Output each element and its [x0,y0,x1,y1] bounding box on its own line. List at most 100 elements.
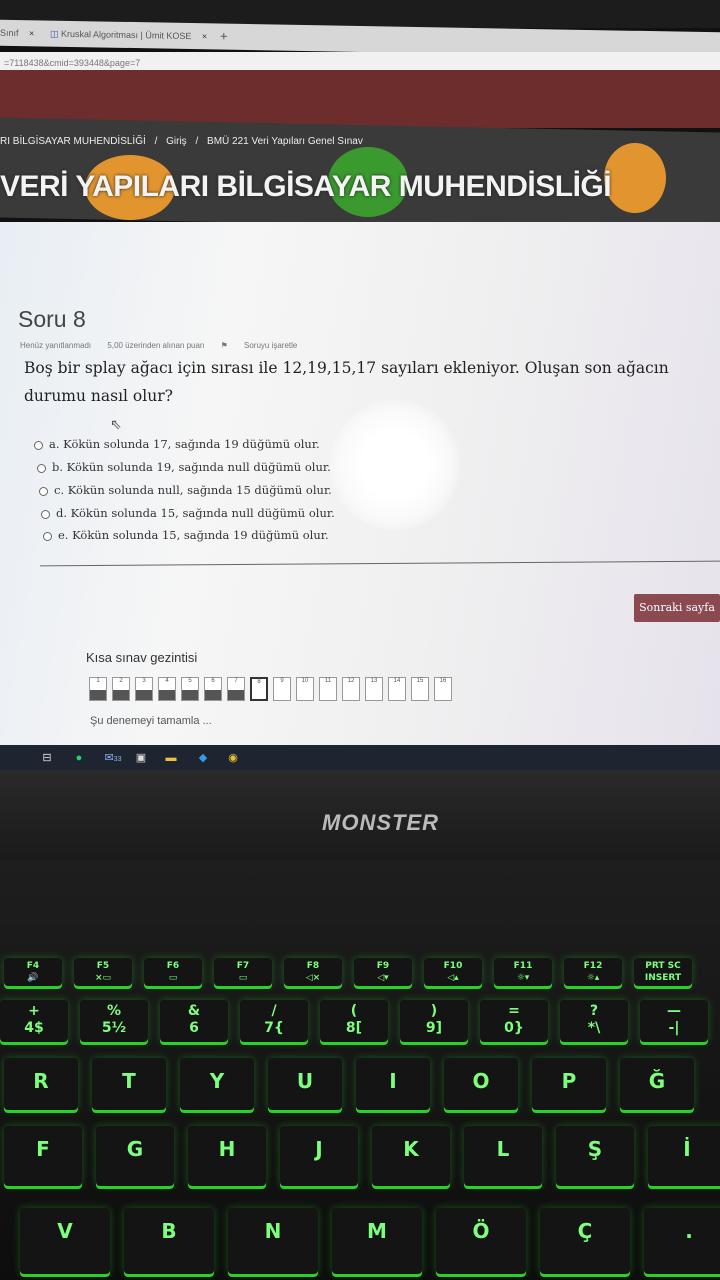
finish-attempt-link[interactable]: Şu denemeyi tamamla ... [90,715,212,727]
key-f12[interactable]: F12 ☼▴ [564,958,622,986]
quiz-nav-button[interactable]: 6 [204,677,222,701]
taskbar: ⊟ ● ✉33 ▣ ▬ ◆ ◉ [0,745,720,771]
flag-label: Soruyu işaretle [244,341,298,350]
key-number[interactable]: ) 9] [400,1000,468,1042]
quiz-nav-button[interactable]: 2 [112,677,130,701]
key-f[interactable]: F [4,1126,82,1186]
key-number[interactable]: /7{ [240,1000,308,1042]
key-i[interactable]: I [356,1058,430,1110]
answer-option-b[interactable]: b. Kökün solunda 19, sağında null düğümü… [37,460,331,474]
question-points: 5,00 üzerinden alınan puan [107,341,205,350]
key-f4[interactable]: F4 🔊 [4,958,62,986]
quiz-nav-button[interactable]: 5 [181,677,199,701]
question-status: Henüz yanıtlanmadı [20,341,92,350]
new-tab-button[interactable]: + [220,28,228,46]
flag-question-link[interactable]: ⚑ Soruyu işaretle [221,341,312,350]
store-icon[interactable]: ▣ [134,751,148,765]
key-prt-sc[interactable]: PRT SC INSERT [634,958,692,986]
key-.[interactable]: . [644,1208,720,1274]
key-h[interactable]: H [188,1126,266,1186]
quiz-nav-button[interactable]: 16 [434,677,452,701]
key-b[interactable]: B [124,1208,214,1274]
breadcrumb: RI BİLGİSAYAR MUHENDİSLİĞİ / Giriş / BMÜ… [0,136,369,147]
quiz-nav-button[interactable]: 10 [296,677,314,701]
chrome-icon[interactable]: ◉ [226,751,240,765]
key-m[interactable]: M [332,1208,422,1274]
mail-badge: 33 [113,756,122,763]
quiz-nav-button[interactable]: 12 [342,677,360,701]
radio-button[interactable] [34,440,43,450]
key-t[interactable]: T [92,1058,166,1110]
radio-button[interactable] [39,486,48,496]
tab-label: Sınıf [0,27,19,39]
key-f7[interactable]: F7 ▭ [214,958,272,986]
key-number[interactable]: +4$ [0,1000,68,1042]
quiz-nav-button[interactable]: 7 [227,677,245,701]
quiz-nav-button[interactable]: 11 [319,677,337,701]
key-v[interactable]: V [20,1208,110,1274]
key-g[interactable]: G [96,1126,174,1186]
spotify-icon[interactable]: ● [72,751,86,765]
answer-option-a[interactable]: a. Kökün solunda 17, sağında 19 düğümü o… [34,437,320,451]
next-page-button[interactable]: Sonraki sayfa [634,594,720,622]
breadcrumb-item[interactable]: RI BİLGİSAYAR MUHENDİSLİĞİ [0,136,146,147]
quiz-nav-button[interactable]: 8 [250,677,268,701]
key-number[interactable]: — -| [640,1000,708,1042]
answer-option-c[interactable]: c. Kökün solunda null, sağında 15 düğümü… [39,483,332,497]
key-f10[interactable]: F10 ◁▴ [424,958,482,986]
key-f8[interactable]: F8 ◁× [284,958,342,986]
key-ğ[interactable]: Ğ [620,1058,694,1110]
key-l[interactable]: L [464,1126,542,1186]
quiz-nav-button[interactable]: 1 [89,677,107,701]
key-number[interactable]: & 6 [160,1000,228,1042]
key-o[interactable]: O [444,1058,518,1110]
course-title: VERİ YAPILARI BİLGİSAYAR MUHENDİSLİĞİ [0,170,612,203]
task-view-icon[interactable]: ⊟ [40,751,54,765]
radio-button[interactable] [37,463,46,473]
breadcrumb-separator: / [195,136,199,147]
quiz-nav-button[interactable]: 3 [135,677,153,701]
quiz-nav-button[interactable]: 14 [388,677,406,701]
mouse-cursor-icon: ⇖ [110,416,122,432]
key-f9[interactable]: F9 ◁▾ [354,958,412,986]
radio-button[interactable] [43,531,52,541]
radio-button[interactable] [41,509,50,519]
key-f11[interactable]: F11 ☼▾ [494,958,552,986]
browser-tab-active[interactable]: ◫ Kruskal Algoritması | Ümit KOSE × [50,25,210,46]
key-number[interactable]: % 5½ [80,1000,148,1042]
file-explorer-icon[interactable]: ▬ [164,751,178,765]
key-ç[interactable]: Ç [540,1208,630,1274]
tab-label: Kruskal Algoritması | Ümit KOSE [61,28,192,42]
key-ş[interactable]: Ş [556,1126,634,1186]
option-label: c. Kökün solunda null, sağında 15 düğümü… [54,483,332,497]
breadcrumb-item[interactable]: Giriş [166,136,187,147]
mail-icon[interactable]: ✉33 [102,751,124,765]
key-k[interactable]: K [372,1126,450,1186]
close-icon[interactable]: × [29,28,34,38]
quiz-nav-button[interactable]: 15 [411,677,429,701]
answer-option-d[interactable]: d. Kökün solunda 15, sağında null düğümü… [41,506,335,520]
key-f5[interactable]: F5 ×▭ [74,958,132,986]
key-f6[interactable]: F6 ▭ [144,958,202,986]
key-p[interactable]: P [532,1058,606,1110]
quiz-nav-button[interactable]: 13 [365,677,383,701]
key-number[interactable]: = 0} [480,1000,548,1042]
key-j[interactable]: J [280,1126,358,1186]
close-icon[interactable]: × [202,31,207,41]
key-y[interactable]: Y [180,1058,254,1110]
key-number[interactable]: (8[ [320,1000,388,1042]
answer-option-e[interactable]: e. Kökün solunda 15, sağında 19 düğümü o… [43,528,329,542]
breadcrumb-item[interactable]: BMÜ 221 Veri Yapıları Genel Sınav [207,136,363,147]
key-number[interactable]: ? *\ [560,1000,628,1042]
vscode-icon[interactable]: ◆ [196,751,210,765]
key-ö[interactable]: Ö [436,1208,526,1274]
key-u[interactable]: U [268,1058,342,1110]
browser-tab[interactable]: Sınıf × [0,24,34,43]
key-r[interactable]: R [4,1058,78,1110]
quiz-nav-button[interactable]: 9 [273,677,291,701]
key-i̇[interactable]: İ [648,1126,720,1186]
option-label: a. Kökün solunda 17, sağında 19 düğümü o… [49,437,320,451]
key-n[interactable]: N [228,1208,318,1274]
option-label: b. Kökün solunda 19, sağında null düğümü… [52,460,331,474]
quiz-nav-button[interactable]: 4 [158,677,176,701]
